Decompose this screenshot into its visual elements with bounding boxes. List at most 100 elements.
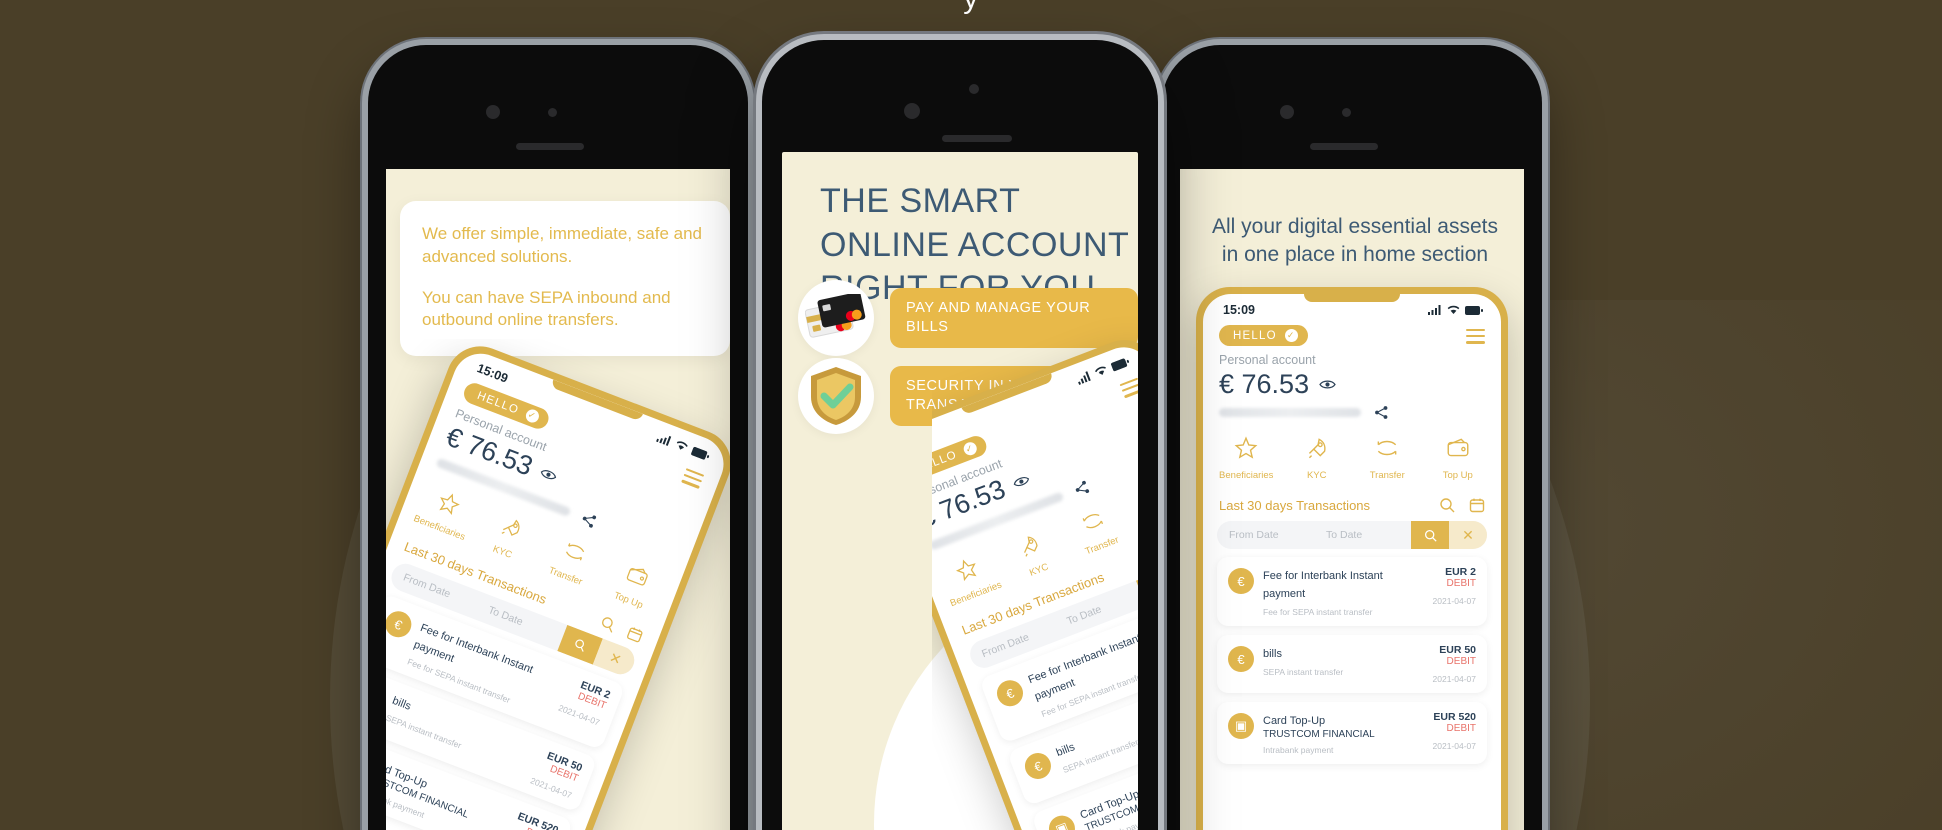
right-phone-screen: All your digital essential assets in one… xyxy=(1180,169,1524,830)
wallet-icon xyxy=(1447,438,1469,457)
briefcase-icon: ▣ xyxy=(1228,713,1254,739)
transaction-amount: EUR 50 xyxy=(1439,644,1476,656)
euro-coin-icon: € xyxy=(1021,749,1055,783)
battery-icon xyxy=(691,446,710,460)
wallet-icon xyxy=(627,568,648,586)
front-camera-icon xyxy=(904,103,920,119)
wifi-icon xyxy=(1094,366,1106,375)
top-cut-text: y xyxy=(0,0,1942,16)
front-camera-icon xyxy=(486,105,500,119)
rocket-icon xyxy=(1308,438,1326,459)
left-phone-screen: We offer simple, immediate, safe and adv… xyxy=(386,169,730,830)
transaction-name: Fee for Interbank Instant payment xyxy=(1263,570,1383,600)
status-time: 15:09 xyxy=(1223,303,1255,317)
app-header: HELLO ✓ xyxy=(1203,319,1501,346)
greeting-label: HELLO xyxy=(1233,329,1277,342)
calendar-icon[interactable] xyxy=(625,625,644,644)
transaction-note: SEPA instant transfer xyxy=(1263,667,1344,677)
center-phone-screen: THE SMART ONLINE ACCOUNT RIGHT FOR YOU. xyxy=(782,152,1138,830)
transaction-name: bills xyxy=(1263,648,1282,660)
front-camera-icon xyxy=(1280,105,1294,119)
search-icon[interactable] xyxy=(1439,497,1455,513)
verified-check-icon: ✓ xyxy=(961,440,979,458)
transactions-list: € Fee for Interbank Instant payment Fee … xyxy=(1203,549,1501,764)
transaction-name: bills xyxy=(1054,741,1077,760)
right-app-mockup: 15:09 HELLO ✓ Personal account € 76.53 B… xyxy=(1196,287,1508,830)
center-app-mock-clip: 15:09 xyxy=(932,302,1138,830)
quick-action-transfer[interactable]: Transfer xyxy=(1355,435,1419,481)
poster-stage: y We offer simple, immediate, safe and a… xyxy=(0,0,1942,830)
transaction-note: Fee for SEPA instant transfer xyxy=(1263,607,1373,617)
table-row[interactable]: ▣ Card Top-Up TRUSTCOM FINANCIAL Intraba… xyxy=(1217,702,1487,764)
eye-icon[interactable] xyxy=(539,467,559,483)
to-date-input[interactable]: To Date xyxy=(1314,521,1411,549)
iban-row xyxy=(1203,400,1501,419)
eye-icon[interactable] xyxy=(1319,379,1336,390)
euro-coin-icon: € xyxy=(386,607,416,642)
transaction-amount: EUR 2 xyxy=(1445,566,1476,578)
right-headline-line-1: All your digital essential assets xyxy=(1212,215,1498,238)
notch xyxy=(1304,294,1400,302)
transaction-merchant: TRUSTCOM FINANCIAL xyxy=(1263,729,1375,740)
quick-action-label: Transfer xyxy=(1369,470,1405,481)
transfer-icon xyxy=(1082,514,1103,529)
phone-right: All your digital essential assets in one… xyxy=(1162,45,1542,830)
menu-button[interactable] xyxy=(1118,374,1138,399)
transaction-date: 2021-04-07 xyxy=(1432,596,1476,606)
transaction-type: DEBIT xyxy=(1446,723,1476,734)
calendar-icon[interactable] xyxy=(1469,497,1485,513)
quick-action-label: Top Up xyxy=(1442,470,1473,481)
cellular-icon xyxy=(655,435,672,446)
earpiece-grille xyxy=(1310,143,1378,150)
transaction-name: Card Top-Up xyxy=(1263,715,1326,727)
quick-action-beneficiaries[interactable]: Beneficiaries xyxy=(1214,435,1278,481)
shield-check-icon xyxy=(798,358,874,434)
phone-center: THE SMART ONLINE ACCOUNT RIGHT FOR YOU. xyxy=(762,40,1158,830)
quick-action-label: Top Up xyxy=(1133,505,1138,538)
search-icon xyxy=(575,639,585,652)
verified-check-icon: ✓ xyxy=(1284,329,1298,342)
date-filter-bar: From Date To Date ✕ xyxy=(1217,521,1487,549)
eye-icon[interactable] xyxy=(1012,473,1032,489)
euro-coin-icon: € xyxy=(1228,646,1254,672)
greeting-pill: HELLO ✓ xyxy=(1219,325,1308,346)
euro-coin-icon: € xyxy=(386,680,388,714)
quick-action-kyc[interactable]: KYC xyxy=(1285,435,1349,481)
credit-cards-icon xyxy=(798,280,874,356)
transaction-name: bills xyxy=(390,694,413,713)
menu-button[interactable] xyxy=(1466,325,1485,344)
rocket-icon xyxy=(501,519,520,537)
transaction-type: DEBIT xyxy=(1446,578,1476,589)
left-app-mock-clip: 15:09 HELLO ✓ Personal account € 76.53 B… xyxy=(386,339,730,830)
star-icon xyxy=(439,493,460,515)
transaction-type: DEBIT xyxy=(1446,656,1476,667)
transaction-date: 2021-04-07 xyxy=(1432,674,1476,684)
quick-action-label: KYC xyxy=(1306,470,1327,481)
left-app-mockup: 15:09 HELLO ✓ Personal account € 76.53 B… xyxy=(386,339,730,830)
iban-masked xyxy=(1219,408,1361,417)
table-row[interactable]: € bills SEPA instant transfer EUR 50 DEB… xyxy=(1217,635,1487,693)
wifi-icon xyxy=(1447,305,1460,314)
quick-action-topup[interactable]: Top Up xyxy=(1426,435,1490,481)
filter-clear-button[interactable]: ✕ xyxy=(1449,521,1487,549)
share-icon[interactable] xyxy=(1375,406,1388,419)
briefcase-icon: ▣ xyxy=(1045,811,1079,830)
search-icon[interactable] xyxy=(598,614,617,633)
transactions-header: Last 30 days Transactions xyxy=(1203,487,1501,519)
copy-paragraph-1: We offer simple, immediate, safe and adv… xyxy=(422,224,703,266)
euro-coin-icon: € xyxy=(1228,568,1254,594)
transaction-date: 2021-04-07 xyxy=(1432,741,1476,751)
cellular-icon xyxy=(1078,371,1091,385)
battery-icon xyxy=(1465,305,1483,315)
marketing-copy-card: We offer simple, immediate, safe and adv… xyxy=(400,201,730,357)
wifi-icon xyxy=(676,441,688,450)
from-date-input[interactable]: From Date xyxy=(1217,521,1314,549)
star-icon xyxy=(1234,436,1258,459)
transactions-title: Last 30 days Transactions xyxy=(1219,497,1371,513)
verified-check-icon: ✓ xyxy=(523,407,541,425)
table-row[interactable]: € Fee for Interbank Instant payment Fee … xyxy=(1217,557,1487,626)
quick-action-label: Beneficiaries xyxy=(1219,470,1274,481)
filter-search-button[interactable] xyxy=(1411,521,1449,549)
transaction-amount: EUR 520 xyxy=(1433,711,1476,723)
proximity-sensor-icon xyxy=(969,84,979,94)
